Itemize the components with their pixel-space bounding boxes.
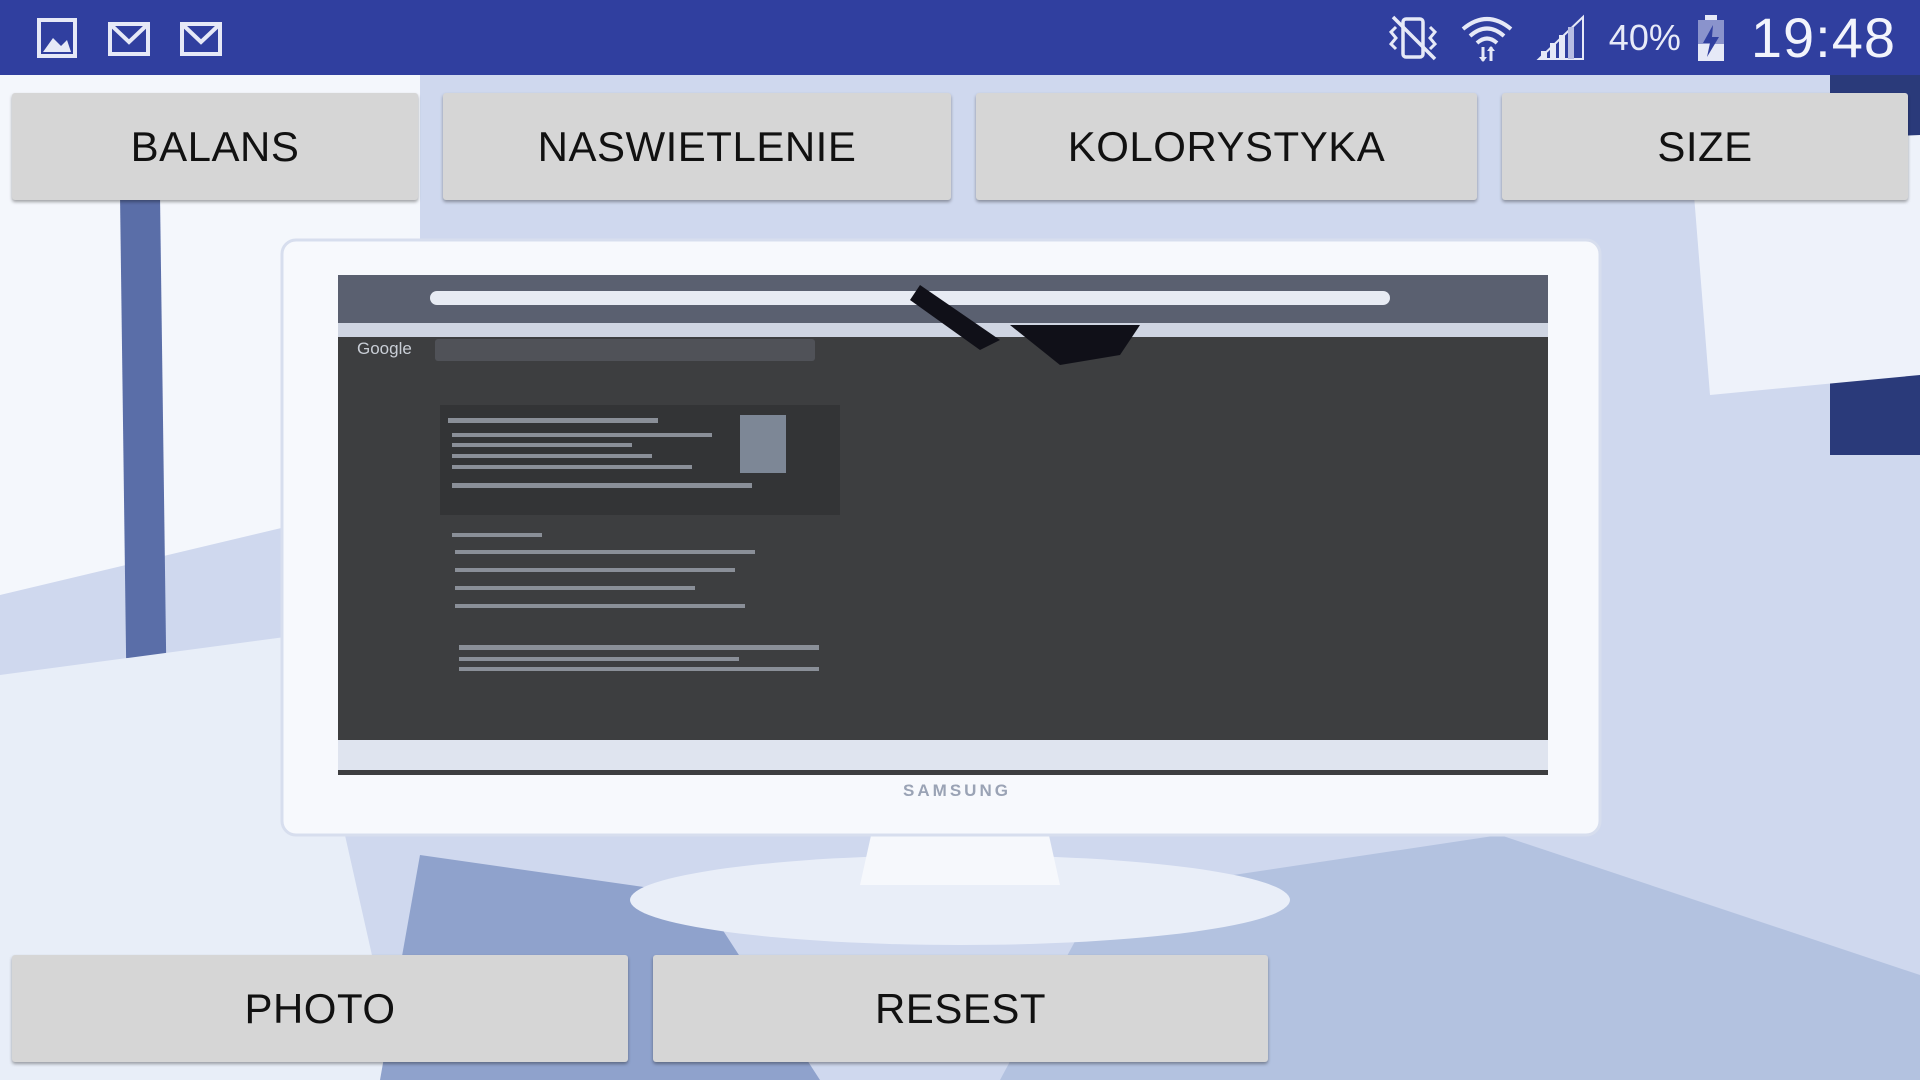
gmail-icon <box>108 22 150 56</box>
size-button[interactable]: SIZE <box>1502 93 1908 200</box>
camera-scene: Google SAMSUNG <box>0 75 1920 1080</box>
monitor-brand: SAMSUNG <box>903 781 1011 800</box>
vibrate-icon <box>1388 15 1437 60</box>
cell-signal-icon <box>1536 14 1584 60</box>
status-bar: 40% 19:48 <box>0 0 1920 75</box>
gmail-icon <box>180 22 222 56</box>
photo-button[interactable]: PHOTO <box>12 955 628 1062</box>
naswietlenie-button[interactable]: NASWIETLENIE <box>443 93 951 200</box>
kolorystyka-button[interactable]: KOLORYSTYKA <box>976 93 1477 200</box>
battery-charging-icon <box>1697 14 1724 61</box>
wifi-icon <box>1461 16 1513 62</box>
svg-text:Google: Google <box>357 339 412 358</box>
balans-button[interactable]: BALANS <box>12 93 418 200</box>
gallery-icon <box>37 18 77 58</box>
camera-preview: Google SAMSUNG <box>0 75 1920 1080</box>
status-clock: 19:48 <box>1750 6 1896 69</box>
resest-button[interactable]: RESEST <box>653 955 1268 1062</box>
battery-percentage: 40% <box>1608 16 1681 58</box>
status-icons: 40% 19:48 <box>1383 0 1896 75</box>
